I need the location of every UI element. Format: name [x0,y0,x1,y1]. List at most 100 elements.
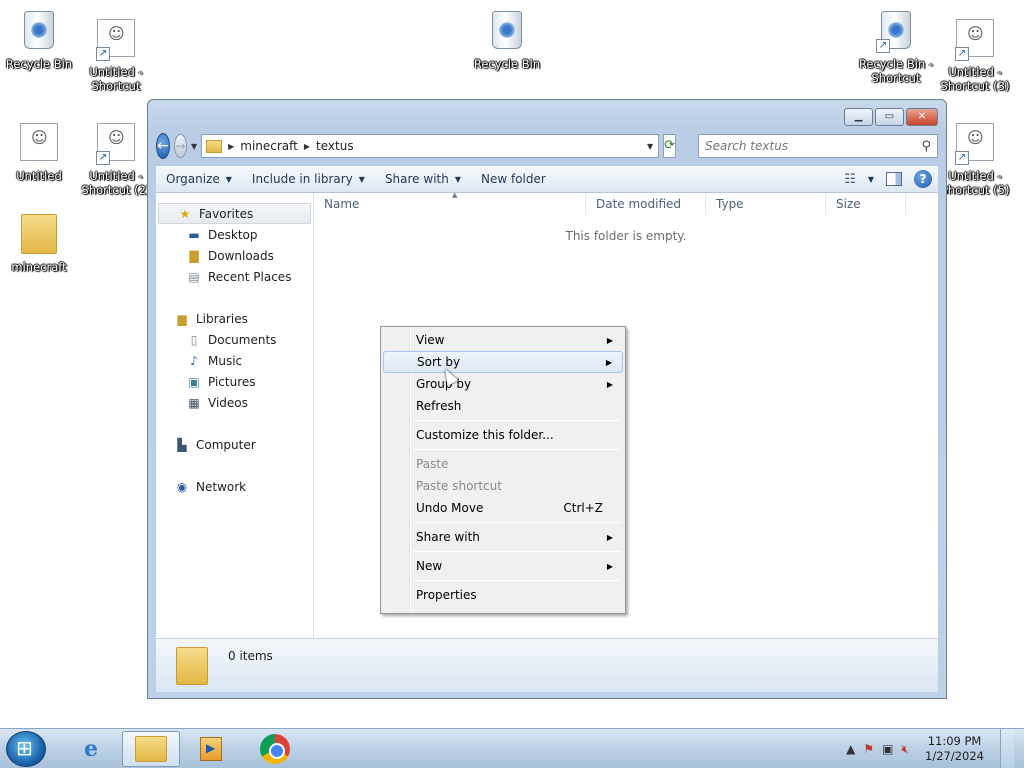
desktop-icon-label: Recycle Bin [473,57,541,71]
column-type[interactable]: Type [706,193,826,215]
view-options-dropdown[interactable]: ▼ [868,175,874,184]
menu-item-refresh[interactable]: Refresh [383,395,623,417]
recycle-bin-icon: ↗ [874,11,918,55]
menu-item-view[interactable]: View ▶ [383,329,623,351]
shortcut-file-icon: ↗ [953,19,997,63]
menu-separator [413,449,621,450]
menu-item-new[interactable]: New ▶ [383,555,623,577]
internet-explorer-icon: e [84,736,98,762]
volume-muted-icon[interactable]: 🔇︎ [901,742,909,757]
recent-places-icon: ▤ [188,269,200,284]
refresh-icon: ⟳ [664,138,675,153]
back-button[interactable]: ← [156,133,170,159]
nav-item-downloads[interactable]: ▇ Downloads [156,245,313,266]
nav-item-music[interactable]: ♪ Music [156,350,313,371]
caption-buttons: ▁ ▭ ✕ [844,108,938,126]
taskbar-media-player[interactable] [182,731,240,767]
command-bar: Organize ▼ Include in library ▼ Share with… [156,166,938,193]
chevron-down-icon: ▼ [358,174,365,184]
menu-item-sort-by[interactable]: Sort by ▶ [383,351,623,373]
refresh-button[interactable]: ⟳ [663,134,676,158]
nav-label: Downloads [208,248,274,263]
desktop-icon-label: Untitled [16,169,62,183]
menu-item-paste: Paste [383,453,623,475]
preview-pane-icon[interactable] [886,172,902,186]
pictures-icon: ▣ [188,374,200,389]
nav-item-desktop[interactable]: ▬ Desktop [156,224,313,245]
shortcut-arrow-icon: ↗ [96,47,110,61]
desktop-icon-label: Untitled - Shortcut (3) [940,65,1010,93]
folder-icon [17,214,61,258]
help-icon[interactable]: ? [914,170,932,188]
nav-item-favorites[interactable]: ★ Favorites [158,203,311,224]
column-date-modified[interactable]: Date modified [586,193,706,215]
desktop-icon-untitled-shortcut[interactable]: ↗ Untitled - Shortcut [78,16,154,93]
breadcrumb-textus[interactable]: textus [316,139,354,153]
file-icon [17,123,61,167]
show-hidden-icons-icon[interactable]: ▲ [846,742,855,756]
close-button[interactable]: ✕ [906,108,938,126]
desktop-icon-untitled-shortcut-5[interactable]: ↗ Untitled - Shortcut (5) [937,120,1013,197]
menu-item-properties[interactable]: Properties [383,584,623,606]
nav-item-network[interactable]: ◉ Network [156,476,313,497]
include-in-library-button[interactable]: Include in library ▼ [242,166,375,192]
breadcrumb-chevron-icon[interactable]: ▶ [228,142,234,151]
action-center-icon[interactable]: ⚑ [863,742,874,756]
address-bar[interactable]: ▶ minecraft ▶ textus ▼ [201,134,660,158]
start-button[interactable] [6,731,46,767]
organize-button[interactable]: Organize ▼ [156,166,242,192]
menu-label: Paste [416,457,449,471]
menu-item-customize-folder[interactable]: Customize this folder... [383,424,623,446]
taskbar-windows-explorer[interactable] [122,731,180,767]
desktop-icon: ▬ [188,227,200,242]
minimize-button[interactable]: ▁ [844,108,873,126]
breadcrumb-chevron-icon[interactable]: ▶ [304,142,310,151]
change-view-icon[interactable]: ☷ [844,172,856,187]
menu-item-share-with[interactable]: Share with ▶ [383,526,623,548]
menu-label: Undo Move [416,501,484,515]
breadcrumb-minecraft[interactable]: minecraft [240,139,298,153]
nav-label: Documents [208,332,277,347]
share-with-button[interactable]: Share with ▼ [375,166,471,192]
search-box[interactable]: ⚲ [698,134,938,158]
music-icon: ♪ [190,353,198,368]
menu-item-undo-move[interactable]: Undo Move Ctrl+Z [383,497,623,519]
search-input[interactable] [705,139,922,153]
new-folder-label: New folder [481,172,546,186]
clock[interactable]: 11:09 PM 1/27/2024 [917,734,992,764]
desktop-icon-label: Untitled - Shortcut (2) [81,169,151,197]
maximize-button[interactable]: ▭ [875,108,904,126]
clock-time: 11:09 PM [927,734,982,748]
desktop-icon-recycle-bin[interactable]: Recycle Bin [1,8,77,71]
desktop-icon-minecraft-folder[interactable]: minecraft [1,212,77,274]
desktop-icon-recycle-bin-shortcut[interactable]: ↗ Recycle Bin - Shortcut [858,8,934,85]
context-menu: View ▶ Sort by ▶ Group by ▶ Refresh Customi… [380,326,626,614]
desktop-icon-untitled-shortcut-3[interactable]: ↗ Untitled - Shortcut (3) [937,16,1013,93]
share-with-label: Share with [384,172,449,186]
new-folder-button[interactable]: New folder [471,166,556,192]
nav-item-videos[interactable]: ▦ Videos [156,392,313,413]
desktop-icon-recycle-bin-2[interactable]: Recycle Bin [469,8,545,71]
menu-separator [413,551,621,552]
media-player-icon [200,737,222,761]
menu-item-group-by[interactable]: Group by ▶ [383,373,623,395]
column-name[interactable]: Name [314,193,586,215]
forward-button[interactable]: → [173,134,187,158]
nav-item-pictures[interactable]: ▣ Pictures [156,371,313,392]
network-icon[interactable]: ▣ [882,742,893,756]
recent-pages-dropdown[interactable]: ▼ [191,142,197,151]
search-icon[interactable]: ⚲ [921,139,931,154]
taskbar-chrome[interactable] [246,731,304,767]
nav-item-computer[interactable]: ▙ Computer [156,434,313,455]
show-desktop-button[interactable] [1000,729,1014,768]
desktop-icon-untitled[interactable]: Untitled [1,120,77,183]
nav-item-documents[interactable]: ▯ Documents [156,329,313,350]
nav-item-libraries[interactable]: ▆ Libraries [156,308,313,329]
column-size[interactable]: Size [826,193,906,215]
computer-icon: ▙ [177,437,187,452]
address-dropdown-icon[interactable]: ▼ [642,142,658,151]
taskbar-internet-explorer[interactable]: e [62,731,120,767]
nav-item-recent-places[interactable]: ▤ Recent Places [156,266,313,287]
desktop-icon-untitled-shortcut-2[interactable]: ↗ Untitled - Shortcut (2) [78,120,154,197]
menu-separator [413,580,621,581]
